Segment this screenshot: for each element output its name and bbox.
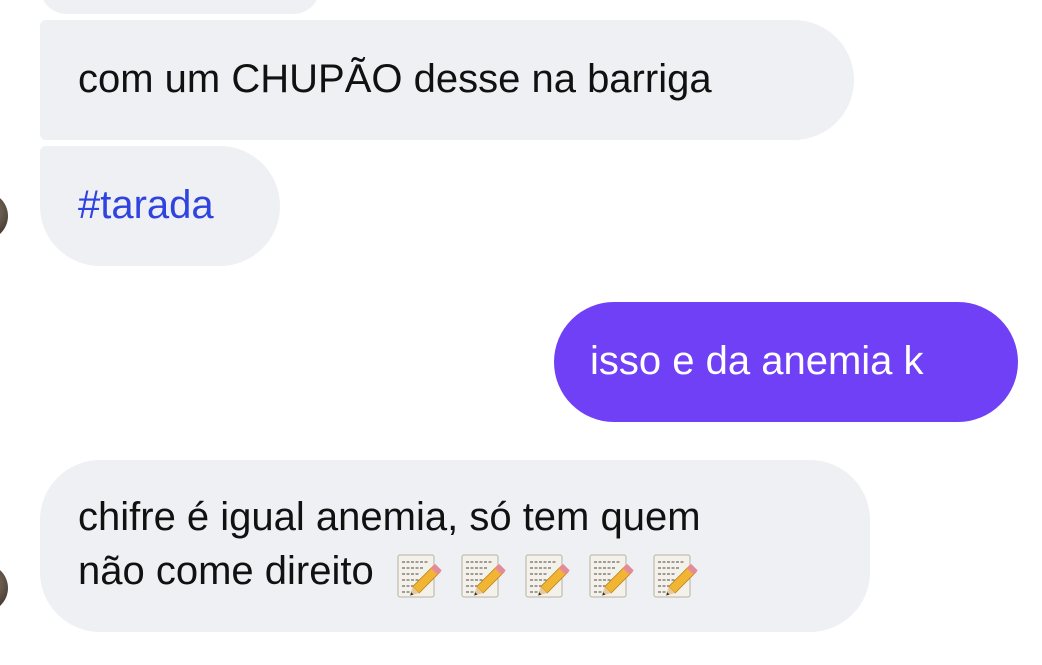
memo-emoji-group	[380, 546, 700, 600]
memo-icon	[653, 554, 698, 598]
memo-icon	[589, 554, 634, 598]
avatar[interactable]	[0, 192, 8, 240]
message-text-line-2: não come direito	[78, 544, 832, 601]
memo-icon	[461, 554, 506, 598]
message-text: com um CHUPÃO desse na barriga	[78, 57, 712, 101]
previous-message-bubble	[40, 0, 320, 14]
memo-icon	[397, 554, 442, 598]
message-text: não come direito	[78, 549, 374, 593]
received-message-bubble[interactable]: com um CHUPÃO desse na barriga	[40, 20, 854, 140]
received-message-bubble[interactable]: chifre é igual anemia, só tem quem não c…	[40, 460, 870, 632]
memo-icon	[525, 554, 570, 598]
message-text: isso e da anemia k	[590, 339, 924, 383]
avatar[interactable]	[0, 564, 8, 612]
hashtag-link[interactable]: #tarada	[78, 183, 214, 227]
message-text-line-1: chifre é igual anemia, só tem quem	[78, 495, 701, 539]
received-message-bubble[interactable]: #tarada	[40, 146, 280, 266]
sent-message-bubble[interactable]: isso e da anemia k	[554, 302, 1018, 422]
